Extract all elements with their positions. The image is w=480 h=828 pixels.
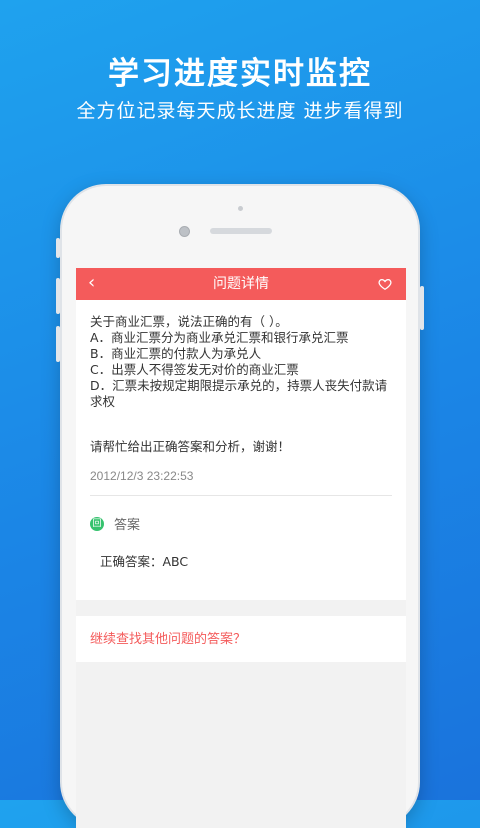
heart-icon[interactable] [378, 277, 392, 291]
phone-volume-down [56, 326, 60, 362]
answer-header: 回 答案 [90, 514, 392, 533]
phone-volume-up [56, 278, 60, 314]
option-c: C．出票人不得签发无对价的商业汇票 [90, 362, 299, 377]
question-text: 关于商业汇票，说法正确的有（ ）。 A．商业汇票分为商业承兑汇票和银行承兑汇票 … [90, 314, 392, 410]
question-stem: 关于商业汇票，说法正确的有（ ）。 [90, 314, 288, 329]
question-card: 关于商业汇票，说法正确的有（ ）。 A．商业汇票分为商业承兑汇票和银行承兑汇票 … [76, 300, 406, 504]
promo-title: 学习进度实时监控 [108, 56, 372, 92]
page-title: 问题详情 [213, 276, 269, 292]
help-request-text: 请帮忙给出正确答案和分析，谢谢！ [90, 439, 291, 454]
option-a: A．商业汇票分为商业承兑汇票和银行承兑汇票 [90, 330, 349, 345]
find-more-answers-link[interactable]: 继续查找其他问题的答案？ [90, 632, 246, 647]
phone-mute-switch [56, 238, 60, 258]
promo-subtitle: 全方位记录每天成长进度 进步看得到 [76, 100, 404, 122]
option-b: B．商业汇票的付款人为承兑人 [90, 346, 262, 361]
title-bar: ‹ 问题详情 [76, 268, 406, 300]
chevron-left-icon[interactable]: ‹ [88, 268, 95, 298]
answer-badge-icon: 回 [90, 516, 104, 531]
answer-card: 回 答案 正确答案：ABC [76, 504, 406, 600]
phone-earpiece [210, 228, 272, 234]
more-questions-card: 继续查找其他问题的答案？ [76, 616, 406, 662]
answer-label: 答案 [114, 518, 141, 533]
phone-power-button [420, 286, 424, 330]
divider [90, 495, 392, 496]
phone-sensor [238, 206, 243, 211]
correct-answer: 正确答案：ABC [100, 554, 189, 569]
option-d: D．汇票未按规定期限提示承兑的，持票人丧失付款请求权 [90, 378, 388, 409]
phone-frame: ‹ 问题详情 关于商业汇票，说法正确的有（ ）。 A．商业汇票分为商业承兑汇票和… [56, 186, 424, 828]
empty-area [76, 662, 406, 828]
question-timestamp: 2012/12/3 23:22:53 [90, 469, 194, 483]
phone-camera [179, 226, 190, 237]
app-screen: ‹ 问题详情 关于商业汇票，说法正确的有（ ）。 A．商业汇票分为商业承兑汇票和… [76, 268, 406, 828]
